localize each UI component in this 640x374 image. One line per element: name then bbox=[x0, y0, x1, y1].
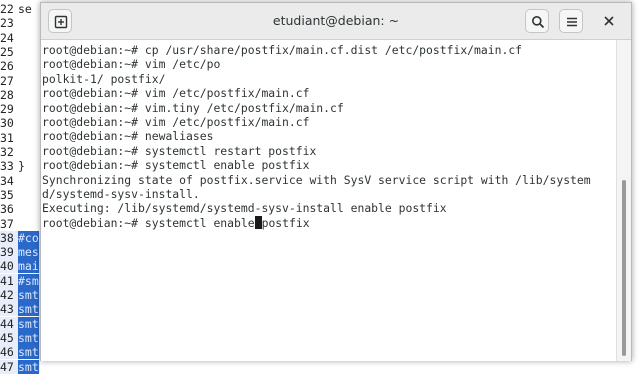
line-number: 24 bbox=[0, 30, 14, 45]
terminal-window[interactable]: etudiant@debian: ~ root@debian:~# cp /us… bbox=[40, 2, 632, 361]
line-number: 45 bbox=[0, 330, 14, 345]
terminal-line: root@debian:~# vim /etc/postfix/main.cf bbox=[42, 115, 310, 129]
line-text-fragment: smt bbox=[18, 316, 39, 331]
scrollbar-thumb[interactable] bbox=[622, 180, 626, 356]
line-text-fragment: smt bbox=[18, 345, 39, 360]
line-text-fragment: smt bbox=[18, 330, 39, 345]
line-text-fragment: #co bbox=[18, 230, 39, 245]
line-number: 44 bbox=[0, 316, 14, 331]
editor-line: 43 smt bbox=[0, 302, 40, 317]
editor-line: 27 bbox=[0, 74, 40, 88]
line-text-fragment: smt bbox=[18, 288, 39, 302]
line-number: 25 bbox=[0, 44, 14, 59]
terminal-line: polkit-1/ postfix/ bbox=[42, 71, 166, 86]
line-text-fragment: } bbox=[18, 159, 25, 174]
editor-line: 25 bbox=[0, 45, 40, 59]
editor-line: 46 smt bbox=[0, 345, 40, 360]
line-number: 38 bbox=[0, 230, 14, 245]
line-number: 41 bbox=[0, 273, 14, 288]
line-number: 34 bbox=[0, 173, 14, 188]
line-number: 39 bbox=[0, 245, 14, 260]
line-number: 22 bbox=[0, 2, 14, 16]
search-button[interactable] bbox=[525, 9, 549, 33]
line-number: 43 bbox=[0, 302, 14, 317]
editor-line: 40 mai bbox=[0, 259, 40, 274]
title-bar[interactable]: etudiant@debian: ~ bbox=[41, 3, 631, 40]
line-text-fragment: mes bbox=[18, 245, 39, 260]
menu-button[interactable] bbox=[559, 9, 583, 33]
editor-line: 41 #sm bbox=[0, 273, 40, 288]
editor-line: 38 #co bbox=[0, 230, 40, 245]
editor-line: 23 bbox=[0, 16, 40, 30]
search-icon bbox=[532, 16, 545, 29]
line-number: 40 bbox=[0, 259, 14, 274]
terminal-line: root@debian:~# cp /usr/share/postfix/mai… bbox=[42, 43, 523, 57]
line-text-fragment: #sm bbox=[18, 273, 39, 288]
editor-line: 44 smt bbox=[0, 316, 40, 331]
line-number: 27 bbox=[0, 73, 14, 88]
editor-line: 24 bbox=[0, 31, 40, 45]
terminal-output[interactable]: root@debian:~# cp /usr/share/postfix/mai… bbox=[41, 40, 617, 361]
line-number: 28 bbox=[0, 87, 14, 102]
line-number: 37 bbox=[0, 216, 14, 231]
line-text-fragment: smt bbox=[18, 359, 39, 374]
editor-line: 39 mes bbox=[0, 245, 40, 260]
editor-line: 34 bbox=[0, 174, 40, 188]
line-number: 35 bbox=[0, 187, 14, 202]
editor-line: 22 se bbox=[0, 2, 40, 16]
line-number: 26 bbox=[0, 59, 14, 74]
editor-line: 45 smt bbox=[0, 330, 40, 345]
line-number-gutter: 22 se 23 24 25 26 27 28 29 30 31 32 33} 34 35 36 37 38 #co… bbox=[0, 0, 40, 374]
line-number: 32 bbox=[0, 145, 14, 159]
editor-line: 47 smt bbox=[0, 359, 40, 374]
hamburger-menu-icon bbox=[567, 17, 577, 27]
editor-line: 29 bbox=[0, 102, 40, 116]
terminal-line: root@debian:~# systemctl restart postfix bbox=[42, 143, 317, 158]
terminal-line: root@debian:~# vim /etc/po bbox=[42, 57, 221, 72]
editor-line: 33} bbox=[0, 159, 40, 173]
terminal-line: root@debian:~# vim.tiny /etc/postfix/mai… bbox=[42, 100, 344, 115]
line-number: 42 bbox=[0, 288, 14, 302]
line-text-fragment: smt bbox=[18, 302, 39, 317]
prompt-text: root@debian:~# systemctl enable bbox=[42, 215, 255, 230]
terminal-line: root@debian:~# newaliases bbox=[42, 129, 214, 144]
line-number: 31 bbox=[0, 130, 14, 145]
text-cursor bbox=[254, 215, 262, 229]
editor-line: 32 bbox=[0, 145, 40, 159]
line-text-fragment: mai bbox=[18, 259, 39, 274]
editor-line: 35 bbox=[0, 188, 40, 202]
line-text-fragment: se bbox=[18, 2, 32, 16]
editor-line: 30 bbox=[0, 116, 40, 130]
terminal-line: root@debian:~# vim /etc/postfix/main.cf bbox=[42, 86, 310, 101]
editor-line: 37 bbox=[0, 217, 40, 231]
editor-line: 31 bbox=[0, 131, 40, 145]
terminal-line: Executing: /lib/systemd/systemd-sysv-ins… bbox=[42, 201, 447, 216]
line-number: 30 bbox=[0, 116, 14, 131]
terminal-line: d/systemd-sysv-install. bbox=[42, 187, 200, 201]
terminal-line: Synchronizing state of postfix.service w… bbox=[42, 172, 591, 187]
editor-line: 36 bbox=[0, 202, 40, 216]
line-number: 36 bbox=[0, 202, 14, 217]
close-icon bbox=[604, 16, 614, 26]
prompt-line[interactable]: root@debian:~# systemctl enable postfix bbox=[42, 215, 310, 230]
editor-line: 28 bbox=[0, 88, 40, 102]
line-number: 33 bbox=[0, 159, 14, 174]
line-number: 23 bbox=[0, 16, 14, 31]
editor-line: 26 bbox=[0, 59, 40, 73]
prompt-text-after-cursor: postfix bbox=[261, 215, 310, 230]
line-number: 29 bbox=[0, 102, 14, 117]
terminal-line: root@debian:~# systemctl enable postfix bbox=[42, 158, 310, 173]
line-number: 47 bbox=[0, 359, 14, 374]
terminal-scrollbar[interactable] bbox=[616, 40, 631, 361]
editor-line: 42 smt bbox=[0, 288, 40, 302]
line-number: 46 bbox=[0, 345, 14, 360]
close-button[interactable] bbox=[601, 13, 617, 29]
